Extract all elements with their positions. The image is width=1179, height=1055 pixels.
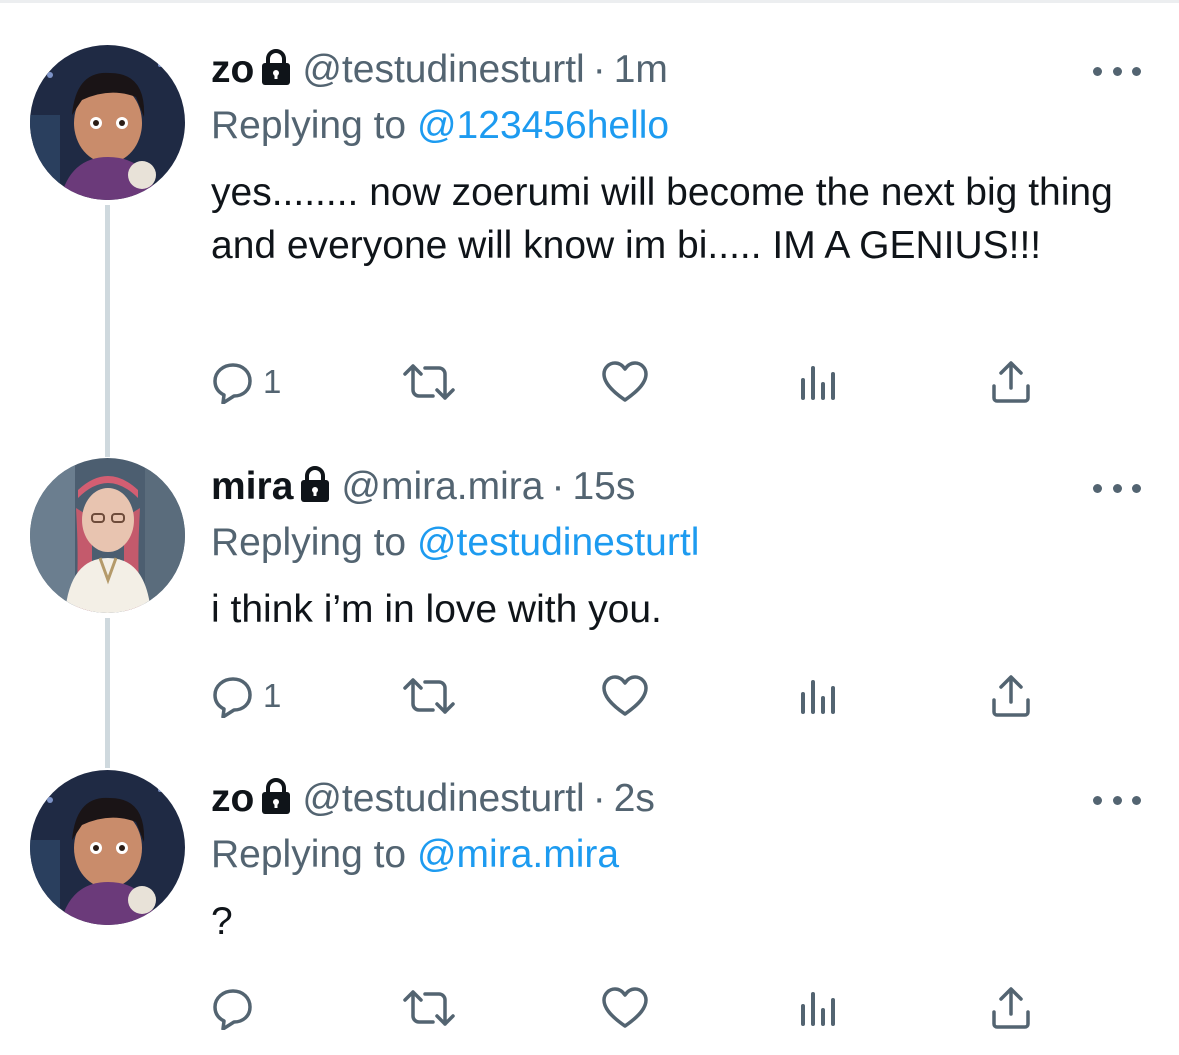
analytics-icon: [799, 360, 839, 404]
tweet-header: mira @mira.mira · 15s: [211, 465, 635, 509]
action-bar: [211, 982, 1051, 1034]
retweet-button[interactable]: [401, 982, 457, 1034]
reply-icon: [211, 674, 255, 718]
retweet-button[interactable]: [401, 356, 457, 408]
handle[interactable]: @testudinesturtl: [302, 777, 584, 821]
replying-prefix: Replying to: [211, 833, 407, 876]
share-button[interactable]: [989, 982, 1033, 1034]
reply-count: 1: [263, 363, 282, 400]
handle[interactable]: @testudinesturtl: [302, 48, 584, 92]
heart-icon: [601, 674, 649, 718]
action-bar: 1: [211, 356, 1051, 408]
tweet-text: ?: [211, 900, 233, 943]
retweet-icon: [401, 360, 457, 404]
timestamp[interactable]: 15s: [572, 465, 635, 509]
lock-icon: [260, 778, 292, 824]
tweet-text: yes........ now zoerumi will become the …: [211, 171, 1113, 267]
reply-button[interactable]: [211, 982, 263, 1034]
ellipsis-icon[interactable]: [1093, 789, 1141, 811]
share-button[interactable]: [989, 670, 1033, 722]
tweet-header: zo @testudinesturtl · 2s: [211, 777, 655, 821]
analytics-button[interactable]: [799, 670, 839, 722]
heart-icon: [601, 360, 649, 404]
share-icon: [989, 360, 1033, 404]
action-bar: 1: [211, 670, 1051, 722]
avatar[interactable]: [30, 770, 185, 925]
avatar[interactable]: [30, 458, 185, 613]
display-name[interactable]: mira: [211, 465, 293, 509]
lock-icon: [299, 466, 331, 512]
handle[interactable]: @mira.mira: [341, 465, 543, 509]
mention-link[interactable]: @123456hello: [417, 104, 669, 147]
separator: ·: [592, 777, 606, 820]
reply-button[interactable]: 1: [211, 356, 281, 408]
retweet-icon: [401, 986, 457, 1030]
replying-to: Replying to @123456hello: [211, 104, 669, 148]
like-button[interactable]: [601, 982, 649, 1034]
like-button[interactable]: [601, 670, 649, 722]
tweet[interactable]: zo @testudinesturtl · 1m Replying to @12…: [0, 45, 1179, 418]
analytics-button[interactable]: [799, 982, 839, 1034]
ellipsis-icon[interactable]: [1093, 477, 1141, 499]
tweet-text: i think i’m in love with you.: [211, 588, 662, 631]
reply-count: 1: [263, 677, 282, 714]
like-button[interactable]: [601, 356, 649, 408]
separator: ·: [551, 465, 565, 508]
timestamp[interactable]: 1m: [614, 48, 668, 92]
ellipsis-icon[interactable]: [1093, 60, 1141, 82]
analytics-icon: [799, 986, 839, 1030]
analytics-icon: [799, 674, 839, 718]
heart-icon: [601, 986, 649, 1030]
display-name[interactable]: zo: [211, 777, 254, 821]
share-button[interactable]: [989, 356, 1033, 408]
retweet-icon: [401, 674, 457, 718]
share-icon: [989, 674, 1033, 718]
share-icon: [989, 986, 1033, 1030]
retweet-button[interactable]: [401, 670, 457, 722]
tweet[interactable]: mira @mira.mira · 15s Replying to @testu…: [0, 458, 1179, 730]
replying-prefix: Replying to: [211, 521, 407, 564]
timestamp[interactable]: 2s: [614, 777, 655, 821]
replying-to: Replying to @mira.mira: [211, 833, 619, 877]
reply-icon: [211, 360, 255, 404]
reply-button[interactable]: 1: [211, 670, 281, 722]
reply-icon: [211, 986, 255, 1030]
analytics-button[interactable]: [799, 356, 839, 408]
separator: ·: [592, 48, 606, 91]
avatar[interactable]: [30, 45, 185, 200]
mention-link[interactable]: @testudinesturtl: [417, 521, 699, 564]
mention-link[interactable]: @mira.mira: [417, 833, 619, 876]
lock-icon: [260, 49, 292, 95]
replying-prefix: Replying to: [211, 104, 407, 147]
tweet-header: zo @testudinesturtl · 1m: [211, 48, 668, 92]
top-divider: [0, 0, 1179, 3]
tweet[interactable]: zo @testudinesturtl · 2s Replying to @mi…: [0, 770, 1179, 1047]
display-name[interactable]: zo: [211, 48, 254, 92]
replying-to: Replying to @testudinesturtl: [211, 521, 699, 565]
